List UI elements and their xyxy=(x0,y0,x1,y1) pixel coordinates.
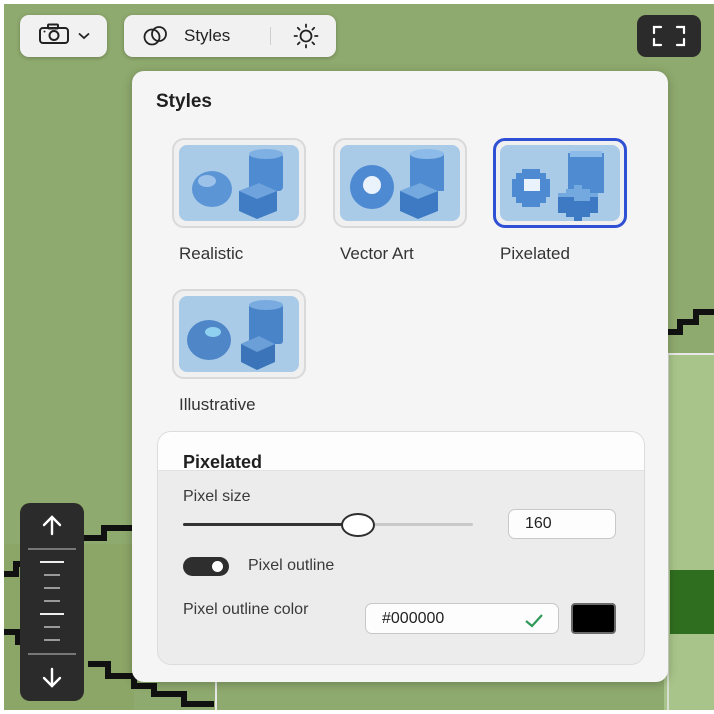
pixelated-settings: Pixelated Pixel size 160 Pixel outline P… xyxy=(157,431,645,665)
styles-toolbar: Styles xyxy=(124,15,336,57)
pixel-size-slider[interactable] xyxy=(183,513,473,537)
settings-header: Pixelated xyxy=(158,432,644,472)
style-label: Pixelated xyxy=(500,244,570,263)
move-down-button[interactable] xyxy=(20,658,84,698)
realistic-thumbnail xyxy=(172,138,306,228)
lighting-button[interactable] xyxy=(284,15,328,57)
outline-color-label: Pixel outline color xyxy=(183,601,309,618)
styles-button[interactable]: Styles xyxy=(124,15,230,57)
panel-title: Styles xyxy=(156,91,212,112)
fullscreen-button[interactable] xyxy=(637,15,701,57)
chevron-down-icon xyxy=(77,27,90,45)
styles-button-label: Styles xyxy=(184,26,231,45)
toggle-knob xyxy=(212,561,223,572)
pixel-size-input[interactable]: 160 xyxy=(508,509,616,539)
style-option-realistic[interactable]: Realistic xyxy=(172,138,306,264)
pixel-size-label: Pixel size xyxy=(183,488,251,505)
style-label: Illustrative xyxy=(179,395,256,414)
style-option-illustrative[interactable]: Illustrative xyxy=(172,289,306,415)
slider-fill xyxy=(183,523,357,526)
vector-art-thumbnail xyxy=(333,138,467,228)
pixel-outline-label: Pixel outline xyxy=(248,557,335,574)
styles-icon xyxy=(142,25,170,47)
pixel-outline-toggle[interactable] xyxy=(183,557,229,576)
sun-icon xyxy=(293,23,319,49)
style-label: Realistic xyxy=(179,244,244,263)
style-label: Vector Art xyxy=(340,244,414,263)
slider-thumb[interactable] xyxy=(341,513,375,537)
check-icon xyxy=(524,610,544,639)
arrow-down-icon xyxy=(41,667,63,689)
camera-icon xyxy=(38,23,70,50)
camera-button[interactable] xyxy=(20,15,107,57)
settings-title: Pixelated xyxy=(183,452,263,472)
style-option-vector-art[interactable]: Vector Art xyxy=(333,138,467,264)
outline-color-value: #000000 xyxy=(382,610,445,627)
pixelated-thumbnail xyxy=(493,138,627,228)
arrow-up-icon xyxy=(41,514,63,536)
style-option-pixelated[interactable]: Pixelated xyxy=(493,138,627,264)
styles-panel: Styles Realistic Vector Art Pixelated Il… xyxy=(132,71,668,682)
elevation-control xyxy=(20,503,84,701)
move-up-button[interactable] xyxy=(20,505,84,545)
fullscreen-icon xyxy=(652,24,686,48)
outline-color-input[interactable]: #000000 xyxy=(365,603,559,634)
outline-color-swatch[interactable] xyxy=(571,603,616,634)
toolbar-divider xyxy=(270,27,271,45)
illustrative-thumbnail xyxy=(172,289,306,379)
